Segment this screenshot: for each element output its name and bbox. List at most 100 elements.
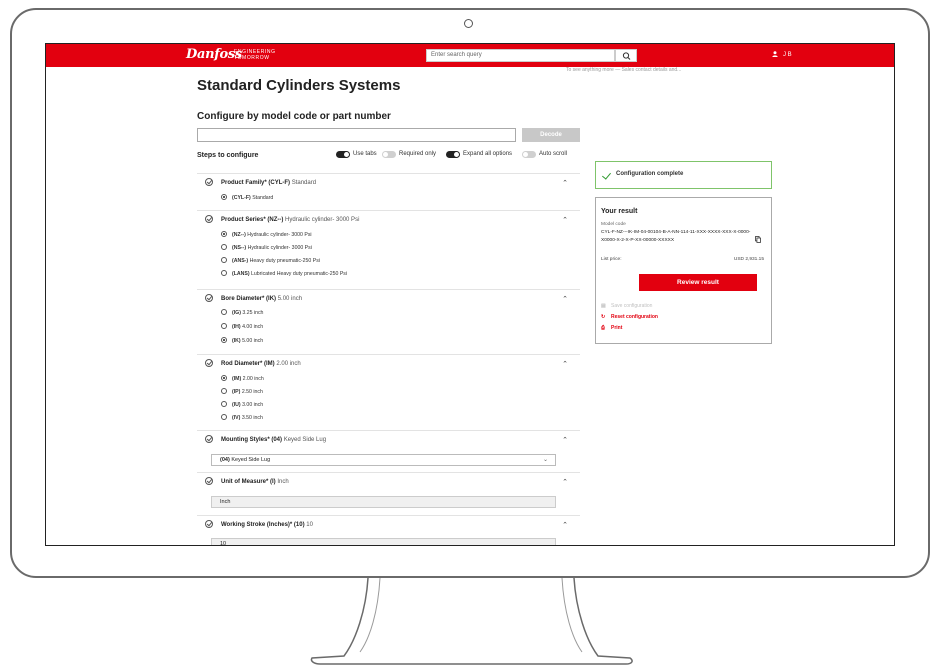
chevron-up-icon[interactable]: ⌃: [562, 478, 568, 486]
step-title: Bore Diameter* (IK) 5.00 inch: [221, 296, 303, 302]
steps-to-configure-label: Steps to configure: [197, 152, 259, 159]
chevron-up-icon[interactable]: ⌃: [562, 360, 568, 368]
step-mounting-styles-header[interactable]: Mounting Styles* (04) Keyed Side Lug ⌃: [197, 430, 580, 449]
option-radio[interactable]: (NS--) Hydraulic cylinder- 3000 Psi: [221, 243, 312, 252]
radio-selected-icon: [221, 374, 227, 381]
mounting-styles-select[interactable]: (04) Keyed Side Lug ⌄: [211, 454, 556, 466]
option-radio[interactable]: (ANS-) Heavy duty pneumatic-250 Psi: [221, 256, 320, 265]
option-radio[interactable]: (IH) 4.00 inch: [221, 322, 263, 331]
search-input[interactable]: Enter search query: [426, 49, 615, 62]
auto-scroll-toggle[interactable]: [522, 151, 536, 158]
option-radio[interactable]: (IG) 3.25 inch: [221, 308, 263, 317]
radio-icon: [221, 387, 227, 394]
step-product-series-header[interactable]: Product Series* (NZ--) Hydraulic cylinde…: [197, 210, 580, 229]
use-tabs-label: Use tabs: [353, 151, 377, 157]
radio-icon: [221, 308, 227, 315]
configuration-complete-banner: Configuration complete: [595, 161, 772, 189]
step-title: Product Series* (NZ--) Hydraulic cylinde…: [221, 217, 360, 223]
browser-viewport: Danfoss ENGINEERING TOMORROW Enter searc…: [45, 43, 895, 546]
option-radio[interactable]: (NZ--) Hydraulic cylinder- 3000 Psi: [221, 230, 312, 239]
model-code-label: Model code: [601, 222, 626, 227]
decode-button[interactable]: Decode: [522, 128, 580, 142]
option-radio[interactable]: (IM) 2.00 inch: [221, 374, 264, 383]
expand-all-options-toggle[interactable]: [446, 151, 460, 158]
reset-label: Reset configuration: [611, 314, 658, 320]
user-icon: [772, 51, 778, 58]
save-icon: ▤: [601, 303, 606, 309]
radio-icon: [221, 243, 227, 250]
search-icon: [622, 52, 631, 60]
top-navigation-bar: Danfoss ENGINEERING TOMORROW Enter searc…: [46, 44, 894, 67]
unit-of-measure-field[interactable]: Inch: [211, 496, 556, 508]
configure-heading: Configure by model code or part number: [197, 111, 391, 122]
step-rod-diameter-header[interactable]: Rod Diameter* (IM) 2.00 inch ⌃: [197, 354, 580, 373]
radio-icon: [221, 400, 227, 407]
chevron-up-icon[interactable]: ⌃: [562, 521, 568, 529]
auto-scroll-label: Auto scroll: [539, 151, 568, 157]
use-tabs-toggle[interactable]: [336, 151, 350, 158]
radio-selected-icon: [221, 193, 227, 200]
select-code: (04): [220, 457, 230, 463]
reset-icon: ↻: [601, 314, 606, 320]
option-radio[interactable]: (IP) 2.50 inch: [221, 387, 263, 396]
chevron-down-icon: ⌄: [542, 457, 548, 463]
radio-icon: [221, 269, 227, 276]
page-title: Standard Cylinders Systems: [197, 77, 401, 94]
search-button[interactable]: [615, 49, 637, 62]
option-radio[interactable]: (LANS) Lubricated Heavy duty pneumatic-2…: [221, 269, 347, 278]
chevron-up-icon[interactable]: ⌃: [562, 295, 568, 303]
radio-icon: [221, 322, 227, 329]
brand-tagline: ENGINEERING TOMORROW: [234, 49, 276, 61]
option-radio[interactable]: (CYL-F) Standard: [221, 193, 273, 202]
check-circle-icon: [205, 477, 213, 485]
step-unit-of-measure-header[interactable]: Unit of Measure* (I) Inch ⌃: [197, 472, 580, 491]
header-subline: To see anything more — Sales contact det…: [566, 67, 682, 73]
chevron-up-icon[interactable]: ⌃: [562, 216, 568, 224]
print-icon: ⎙: [601, 325, 606, 331]
check-circle-icon: [205, 435, 213, 443]
step-title: Product Family* (CYL-F) Standard: [221, 180, 317, 186]
option-radio[interactable]: (IV) 3.50 inch: [221, 413, 263, 422]
expand-all-options-label: Expand all options: [463, 151, 513, 157]
working-stroke-field[interactable]: 10: [211, 538, 556, 545]
chevron-up-icon[interactable]: ⌃: [562, 179, 568, 187]
list-price-label: List price:: [601, 257, 622, 262]
step-title: Working Stroke (Inches)* (10) 10: [221, 522, 313, 528]
review-result-button[interactable]: Review result: [639, 274, 757, 291]
step-working-stroke-header[interactable]: Working Stroke (Inches)* (10) 10 ⌃: [197, 515, 580, 534]
step-title: Rod Diameter* (IM) 2.00 inch: [221, 361, 301, 367]
radio-selected-icon: [221, 336, 227, 343]
radio-icon: [221, 413, 227, 420]
tagline-line-2: TOMORROW: [234, 55, 270, 61]
print-link[interactable]: ⎙ Print: [601, 325, 622, 332]
copy-icon[interactable]: [755, 236, 761, 243]
step-bore-diameter-header[interactable]: Bore Diameter* (IK) 5.00 inch ⌃: [197, 289, 580, 308]
option-radio[interactable]: (IU) 3.00 inch: [221, 400, 263, 409]
step-title: Unit of Measure* (I) Inch: [221, 479, 289, 485]
user-initials: J B: [783, 52, 792, 58]
select-text: Keyed Side Lug: [231, 457, 271, 463]
checkmark-icon: [602, 170, 611, 180]
check-circle-icon: [205, 294, 213, 302]
required-only-toggle[interactable]: [382, 151, 396, 158]
list-price-value: USD 2,931.15: [733, 257, 764, 262]
result-panel: Your result Model code CYL-F-NZ---IK-IM-…: [595, 197, 772, 344]
reset-configuration-link[interactable]: ↻ Reset configuration: [601, 314, 658, 321]
option-radio[interactable]: (IK) 5.00 inch: [221, 336, 263, 345]
save-label: Save configuration: [611, 303, 653, 309]
radio-selected-icon: [221, 230, 227, 237]
check-circle-icon: [205, 520, 213, 528]
chevron-up-icon[interactable]: ⌃: [562, 436, 568, 444]
save-configuration-link[interactable]: ▤ Save configuration: [601, 303, 652, 310]
print-label: Print: [611, 325, 623, 331]
model-code-input[interactable]: [197, 128, 516, 142]
check-circle-icon: [205, 215, 213, 223]
user-menu[interactable]: J B: [772, 49, 792, 61]
required-only-label: Required only: [399, 151, 437, 157]
step-title: Mounting Styles* (04) Keyed Side Lug: [221, 437, 327, 443]
result-title: Your result: [601, 208, 638, 215]
model-code-value: CYL-F-NZ---IK-IM-04-00104-B-A-NN-114-11-…: [601, 230, 751, 243]
step-product-family-header[interactable]: Product Family* (CYL-F) Standard ⌃: [197, 173, 580, 192]
status-text: Configuration complete: [616, 171, 684, 177]
check-circle-icon: [205, 359, 213, 367]
